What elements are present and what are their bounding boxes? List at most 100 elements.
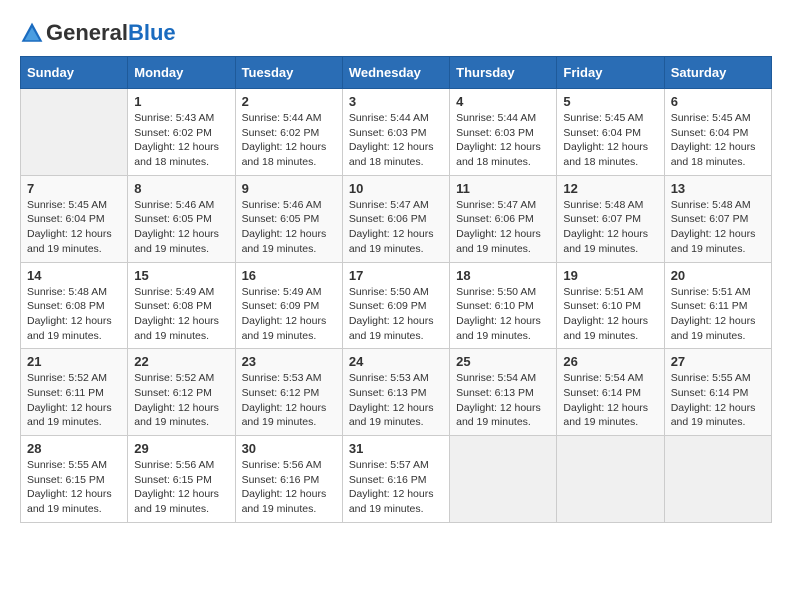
logo: General Blue <box>20 20 176 46</box>
calendar-cell: 26 Sunrise: 5:54 AMSunset: 6:14 PMDayligh… <box>557 349 664 436</box>
day-info: Sunrise: 5:51 AMSunset: 6:11 PMDaylight:… <box>671 285 765 344</box>
calendar-cell: 29Sunrise: 5:56 AMSunset: 6:15 PMDayligh… <box>128 436 235 523</box>
calendar-cell: 13 Sunrise: 5:48 AMSunset: 6:07 PMDayligh… <box>664 175 771 262</box>
day-info: Sunrise: 5:45 AMSunset: 6:04 PMDaylight:… <box>27 198 121 257</box>
calendar-cell <box>450 436 557 523</box>
calendar-cell: 3 Sunrise: 5:44 AMSunset: 6:03 PMDaylight… <box>342 89 449 176</box>
day-info: Sunrise: 5:52 AMSunset: 6:11 PMDaylight:… <box>27 371 121 430</box>
logo-general-text: General <box>46 20 128 46</box>
calendar-cell: 18 Sunrise: 5:50 AMSunset: 6:10 PMDayligh… <box>450 262 557 349</box>
column-header-wednesday: Wednesday <box>342 57 449 89</box>
calendar-cell: 2 Sunrise: 5:44 AMSunset: 6:02 PMDaylight… <box>235 89 342 176</box>
day-info: Sunrise: 5:43 AMSunset: 6:02 PMDaylight:… <box>134 111 228 170</box>
day-info: Sunrise: 5:53 AMSunset: 6:12 PMDaylight:… <box>242 371 336 430</box>
calendar-cell: 10Sunrise: 5:47 AMSunset: 6:06 PMDayligh… <box>342 175 449 262</box>
calendar-cell: 30 Sunrise: 5:56 AMSunset: 6:16 PMDayligh… <box>235 436 342 523</box>
day-info: Sunrise: 5:56 AMSunset: 6:15 PMDaylight:… <box>134 458 228 517</box>
calendar-cell <box>21 89 128 176</box>
day-info: Sunrise: 5:47 AMSunset: 6:06 PMDaylight:… <box>349 198 443 257</box>
calendar-cell: 25Sunrise: 5:54 AMSunset: 6:13 PMDayligh… <box>450 349 557 436</box>
day-info: Sunrise: 5:53 AMSunset: 6:13 PMDaylight:… <box>349 371 443 430</box>
day-info: Sunrise: 5:49 AMSunset: 6:08 PMDaylight:… <box>134 285 228 344</box>
week-row-2: 7 Sunrise: 5:45 AMSunset: 6:04 PMDaylight… <box>21 175 772 262</box>
calendar: SundayMondayTuesdayWednesdayThursdayFrid… <box>20 56 772 523</box>
day-number: 1 <box>134 94 228 109</box>
week-row-3: 14Sunrise: 5:48 AMSunset: 6:08 PMDayligh… <box>21 262 772 349</box>
day-number: 31 <box>349 441 443 456</box>
day-info: Sunrise: 5:50 AMSunset: 6:09 PMDaylight:… <box>349 285 443 344</box>
week-row-4: 21 Sunrise: 5:52 AMSunset: 6:11 PMDayligh… <box>21 349 772 436</box>
calendar-cell: 14Sunrise: 5:48 AMSunset: 6:08 PMDayligh… <box>21 262 128 349</box>
day-info: Sunrise: 5:44 AMSunset: 6:03 PMDaylight:… <box>456 111 550 170</box>
column-header-monday: Monday <box>128 57 235 89</box>
day-number: 7 <box>27 181 121 196</box>
calendar-cell: 11 Sunrise: 5:47 AMSunset: 6:06 PMDayligh… <box>450 175 557 262</box>
day-number: 22 <box>134 354 228 369</box>
calendar-cell: 28Sunrise: 5:55 AMSunset: 6:15 PMDayligh… <box>21 436 128 523</box>
day-number: 25 <box>456 354 550 369</box>
calendar-cell: 1 Sunrise: 5:43 AMSunset: 6:02 PMDaylight… <box>128 89 235 176</box>
calendar-cell: 24 Sunrise: 5:53 AMSunset: 6:13 PMDayligh… <box>342 349 449 436</box>
day-info: Sunrise: 5:55 AMSunset: 6:14 PMDaylight:… <box>671 371 765 430</box>
column-header-saturday: Saturday <box>664 57 771 89</box>
day-number: 4 <box>456 94 550 109</box>
day-number: 17 <box>349 268 443 283</box>
column-header-sunday: Sunday <box>21 57 128 89</box>
day-info: Sunrise: 5:55 AMSunset: 6:15 PMDaylight:… <box>27 458 121 517</box>
day-info: Sunrise: 5:54 AMSunset: 6:14 PMDaylight:… <box>563 371 657 430</box>
week-row-1: 1 Sunrise: 5:43 AMSunset: 6:02 PMDaylight… <box>21 89 772 176</box>
calendar-cell <box>664 436 771 523</box>
calendar-cell: 6 Sunrise: 5:45 AMSunset: 6:04 PMDaylight… <box>664 89 771 176</box>
day-number: 18 <box>456 268 550 283</box>
day-info: Sunrise: 5:51 AMSunset: 6:10 PMDaylight:… <box>563 285 657 344</box>
day-number: 2 <box>242 94 336 109</box>
day-number: 21 <box>27 354 121 369</box>
calendar-cell: 12 Sunrise: 5:48 AMSunset: 6:07 PMDayligh… <box>557 175 664 262</box>
day-number: 27 <box>671 354 765 369</box>
column-header-friday: Friday <box>557 57 664 89</box>
day-info: Sunrise: 5:56 AMSunset: 6:16 PMDaylight:… <box>242 458 336 517</box>
day-info: Sunrise: 5:49 AMSunset: 6:09 PMDaylight:… <box>242 285 336 344</box>
calendar-cell: 15 Sunrise: 5:49 AMSunset: 6:08 PMDayligh… <box>128 262 235 349</box>
day-number: 11 <box>456 181 550 196</box>
day-number: 6 <box>671 94 765 109</box>
day-info: Sunrise: 5:48 AMSunset: 6:07 PMDaylight:… <box>671 198 765 257</box>
day-info: Sunrise: 5:45 AMSunset: 6:04 PMDaylight:… <box>671 111 765 170</box>
day-info: Sunrise: 5:50 AMSunset: 6:10 PMDaylight:… <box>456 285 550 344</box>
calendar-cell <box>557 436 664 523</box>
day-info: Sunrise: 5:47 AMSunset: 6:06 PMDaylight:… <box>456 198 550 257</box>
calendar-cell: 7 Sunrise: 5:45 AMSunset: 6:04 PMDaylight… <box>21 175 128 262</box>
day-info: Sunrise: 5:44 AMSunset: 6:02 PMDaylight:… <box>242 111 336 170</box>
day-info: Sunrise: 5:44 AMSunset: 6:03 PMDaylight:… <box>349 111 443 170</box>
calendar-cell: 5 Sunrise: 5:45 AMSunset: 6:04 PMDaylight… <box>557 89 664 176</box>
day-number: 15 <box>134 268 228 283</box>
day-info: Sunrise: 5:48 AMSunset: 6:08 PMDaylight:… <box>27 285 121 344</box>
calendar-cell: 20 Sunrise: 5:51 AMSunset: 6:11 PMDayligh… <box>664 262 771 349</box>
day-number: 13 <box>671 181 765 196</box>
day-number: 30 <box>242 441 336 456</box>
column-header-thursday: Thursday <box>450 57 557 89</box>
day-number: 23 <box>242 354 336 369</box>
calendar-cell: 31Sunrise: 5:57 AMSunset: 6:16 PMDayligh… <box>342 436 449 523</box>
logo-blue-text: Blue <box>128 20 176 46</box>
day-info: Sunrise: 5:48 AMSunset: 6:07 PMDaylight:… <box>563 198 657 257</box>
day-number: 9 <box>242 181 336 196</box>
day-number: 19 <box>563 268 657 283</box>
day-number: 12 <box>563 181 657 196</box>
day-info: Sunrise: 5:45 AMSunset: 6:04 PMDaylight:… <box>563 111 657 170</box>
day-number: 8 <box>134 181 228 196</box>
calendar-cell: 17 Sunrise: 5:50 AMSunset: 6:09 PMDayligh… <box>342 262 449 349</box>
day-number: 26 <box>563 354 657 369</box>
calendar-cell: 22 Sunrise: 5:52 AMSunset: 6:12 PMDayligh… <box>128 349 235 436</box>
day-number: 5 <box>563 94 657 109</box>
day-number: 24 <box>349 354 443 369</box>
day-info: Sunrise: 5:46 AMSunset: 6:05 PMDaylight:… <box>134 198 228 257</box>
day-number: 3 <box>349 94 443 109</box>
logo-icon <box>20 21 44 45</box>
calendar-cell: 8 Sunrise: 5:46 AMSunset: 6:05 PMDaylight… <box>128 175 235 262</box>
calendar-cell: 19 Sunrise: 5:51 AMSunset: 6:10 PMDayligh… <box>557 262 664 349</box>
calendar-cell: 21 Sunrise: 5:52 AMSunset: 6:11 PMDayligh… <box>21 349 128 436</box>
day-info: Sunrise: 5:52 AMSunset: 6:12 PMDaylight:… <box>134 371 228 430</box>
calendar-cell: 27 Sunrise: 5:55 AMSunset: 6:14 PMDayligh… <box>664 349 771 436</box>
day-number: 20 <box>671 268 765 283</box>
